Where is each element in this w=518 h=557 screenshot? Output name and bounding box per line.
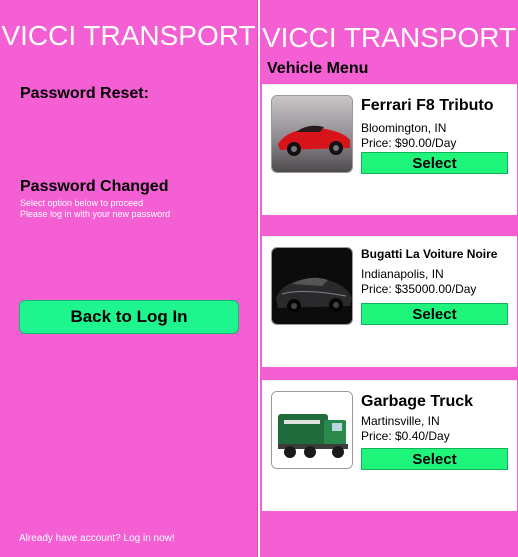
select-button[interactable]: Select	[361, 448, 508, 470]
app-title: VICCI TRANSPORT	[1, 20, 256, 51]
vehicle-card: Ferrari F8 Tributo Bloomington, IN Price…	[262, 84, 517, 215]
instruction-text: Select option below to proceed	[20, 198, 144, 208]
vehicle-price: Price: $35000.00/Day	[361, 282, 477, 296]
vehicle-name: Garbage Truck	[361, 393, 474, 410]
login-link[interactable]: Already have account? Log in now!	[19, 533, 175, 544]
vehicle-card: Garbage Truck Martinsville, IN Price: $0…	[262, 380, 517, 511]
vehicle-name: Ferrari F8 Tributo	[361, 97, 494, 114]
back-to-login-button[interactable]: Back to Log In	[19, 300, 239, 334]
app-title: VICCI TRANSPORT	[261, 22, 517, 53]
vehicle-name: Bugatti La Voiture Noire	[361, 247, 498, 261]
password-reset-heading: Password Reset:	[20, 85, 149, 102]
vehicle-card: Bugatti La Voiture Noire Indianapolis, I…	[262, 236, 517, 367]
instruction-text: Please log in with your new password	[20, 209, 171, 219]
vehicle-menu-screen: VICCI TRANSPORT Vehicle Menu Ferrari F8 …	[260, 0, 518, 557]
bugatti-car-image	[271, 247, 353, 325]
garbage-truck-image	[271, 391, 353, 469]
vehicle-menu-heading: Vehicle Menu	[267, 60, 369, 77]
ferrari-car-image	[271, 95, 353, 173]
vehicle-location: Martinsville, IN	[361, 414, 440, 428]
vehicle-location: Indianapolis, IN	[361, 267, 444, 281]
select-button[interactable]: Select	[361, 303, 508, 325]
select-button[interactable]: Select	[361, 152, 508, 174]
vehicle-location: Bloomington, IN	[361, 121, 447, 135]
vehicle-price: Price: $0.40/Day	[361, 429, 450, 443]
password-reset-screen: VICCI TRANSPORT Password Reset: Password…	[0, 0, 258, 557]
password-changed-heading: Password Changed	[20, 178, 169, 195]
vehicle-price: Price: $90.00/Day	[361, 136, 457, 150]
